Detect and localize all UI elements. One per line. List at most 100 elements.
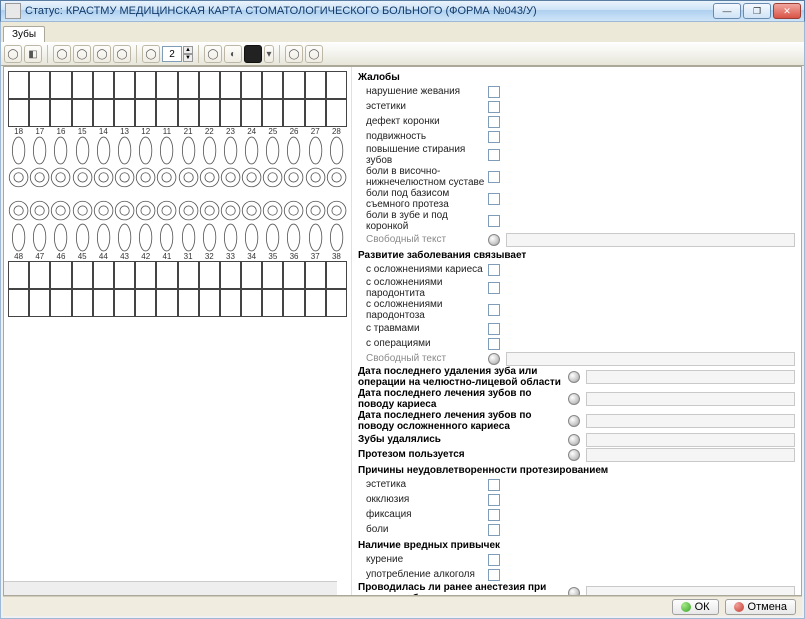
tool-dropdown-icon[interactable]: ▾ bbox=[264, 45, 274, 63]
free-text-field[interactable] bbox=[506, 233, 795, 247]
tooth-glyph[interactable] bbox=[241, 136, 262, 194]
chart-cell[interactable] bbox=[305, 71, 326, 99]
chart-cell[interactable] bbox=[8, 289, 29, 317]
checkbox[interactable] bbox=[488, 193, 500, 205]
chart-cell[interactable] bbox=[220, 71, 241, 99]
tool-btn-6[interactable]: ◯ bbox=[113, 45, 131, 63]
tooth-glyph[interactable] bbox=[283, 194, 304, 252]
chart-cell[interactable] bbox=[29, 71, 50, 99]
chart-cell[interactable] bbox=[262, 99, 283, 127]
checkbox[interactable] bbox=[488, 494, 500, 506]
chart-cell[interactable] bbox=[93, 71, 114, 99]
chart-cell[interactable] bbox=[114, 71, 135, 99]
chart-cell[interactable] bbox=[326, 261, 347, 289]
tool-btn-9[interactable]: ◐ bbox=[224, 45, 242, 63]
chart-cell[interactable] bbox=[50, 261, 71, 289]
checkbox[interactable] bbox=[488, 264, 500, 276]
expand-icon[interactable] bbox=[568, 449, 580, 461]
chart-cell[interactable] bbox=[8, 261, 29, 289]
chart-cell[interactable] bbox=[305, 99, 326, 127]
spin-up-icon[interactable]: ▲ bbox=[183, 46, 193, 54]
chart-cell[interactable] bbox=[241, 261, 262, 289]
text-field[interactable] bbox=[586, 586, 795, 595]
spin-down-icon[interactable]: ▼ bbox=[183, 54, 193, 62]
chart-cell[interactable] bbox=[178, 289, 199, 317]
tooth-glyph[interactable] bbox=[199, 194, 220, 252]
expand-icon[interactable] bbox=[568, 587, 580, 595]
chart-cell[interactable] bbox=[93, 99, 114, 127]
chart-cell[interactable] bbox=[326, 99, 347, 127]
chart-cell[interactable] bbox=[156, 289, 177, 317]
chart-cell[interactable] bbox=[199, 261, 220, 289]
minimize-button[interactable]: — bbox=[713, 3, 741, 19]
chart-cell[interactable] bbox=[50, 289, 71, 317]
chart-cell[interactable] bbox=[305, 289, 326, 317]
tooth-glyph[interactable] bbox=[178, 194, 199, 252]
expand-icon[interactable] bbox=[568, 415, 580, 427]
tooth-glyph[interactable] bbox=[241, 194, 262, 252]
checkbox[interactable] bbox=[488, 479, 500, 491]
tooth-glyph[interactable] bbox=[50, 136, 71, 194]
chart-cell[interactable] bbox=[156, 99, 177, 127]
tooth-glyph[interactable] bbox=[199, 136, 220, 194]
circle-tool-icon[interactable]: ◯ bbox=[4, 45, 22, 63]
checkbox[interactable] bbox=[488, 116, 500, 128]
chart-cell[interactable] bbox=[283, 71, 304, 99]
chart-cell[interactable] bbox=[220, 261, 241, 289]
tooth-glyph[interactable] bbox=[29, 136, 50, 194]
tool-btn-8[interactable]: ◯ bbox=[204, 45, 222, 63]
checkbox[interactable] bbox=[488, 323, 500, 335]
checkbox[interactable] bbox=[488, 131, 500, 143]
chart-cell[interactable] bbox=[156, 261, 177, 289]
tooth-glyph[interactable] bbox=[50, 194, 71, 252]
tooth-glyph[interactable] bbox=[93, 136, 114, 194]
expand-icon[interactable] bbox=[488, 353, 500, 365]
chart-cell[interactable] bbox=[135, 261, 156, 289]
checkbox[interactable] bbox=[488, 215, 500, 227]
chart-cell[interactable] bbox=[72, 289, 93, 317]
chart-cell[interactable] bbox=[283, 289, 304, 317]
tab-teeth[interactable]: Зубы bbox=[3, 26, 45, 42]
chart-cell[interactable] bbox=[241, 289, 262, 317]
chart-cell[interactable] bbox=[241, 71, 262, 99]
tooth-glyph[interactable] bbox=[156, 194, 177, 252]
free-text-field[interactable] bbox=[506, 352, 795, 366]
chart-cell[interactable] bbox=[29, 289, 50, 317]
tooth-glyph[interactable] bbox=[8, 194, 29, 252]
color-swatch[interactable] bbox=[244, 45, 262, 63]
tool-btn-7[interactable]: ◯ bbox=[142, 45, 160, 63]
tooth-glyph[interactable] bbox=[8, 136, 29, 194]
chart-cell[interactable] bbox=[262, 71, 283, 99]
chart-cell[interactable] bbox=[283, 261, 304, 289]
tooth-glyph[interactable] bbox=[326, 136, 347, 194]
maximize-button[interactable]: ❐ bbox=[743, 3, 771, 19]
form-pane[interactable]: Жалобы нарушение жеванияэстетикидефект к… bbox=[352, 67, 801, 595]
chart-cell[interactable] bbox=[156, 71, 177, 99]
lower-teeth-row[interactable] bbox=[8, 194, 347, 252]
checkbox[interactable] bbox=[488, 524, 500, 536]
expand-icon[interactable] bbox=[568, 371, 580, 383]
chart-cell[interactable] bbox=[114, 99, 135, 127]
tool-btn-2[interactable]: ◧ bbox=[24, 45, 42, 63]
tooth-glyph[interactable] bbox=[93, 194, 114, 252]
checkbox[interactable] bbox=[488, 569, 500, 581]
chart-cell[interactable] bbox=[326, 71, 347, 99]
tooth-glyph[interactable] bbox=[178, 136, 199, 194]
tooth-glyph[interactable] bbox=[220, 136, 241, 194]
tooth-glyph[interactable] bbox=[262, 136, 283, 194]
expand-icon[interactable] bbox=[488, 234, 500, 246]
checkbox[interactable] bbox=[488, 509, 500, 521]
checkbox[interactable] bbox=[488, 101, 500, 113]
tooth-glyph[interactable] bbox=[135, 194, 156, 252]
tooth-glyph[interactable] bbox=[156, 136, 177, 194]
thickness-input[interactable] bbox=[162, 46, 182, 62]
chart-cell[interactable] bbox=[178, 99, 199, 127]
chart-cell[interactable] bbox=[305, 261, 326, 289]
tooth-glyph[interactable] bbox=[114, 136, 135, 194]
date-field[interactable] bbox=[586, 392, 795, 406]
tooth-glyph[interactable] bbox=[283, 136, 304, 194]
text-field[interactable] bbox=[586, 448, 795, 462]
tool-btn-3[interactable]: ◯ bbox=[53, 45, 71, 63]
tooth-glyph[interactable] bbox=[305, 136, 326, 194]
close-button[interactable]: ✕ bbox=[773, 3, 801, 19]
